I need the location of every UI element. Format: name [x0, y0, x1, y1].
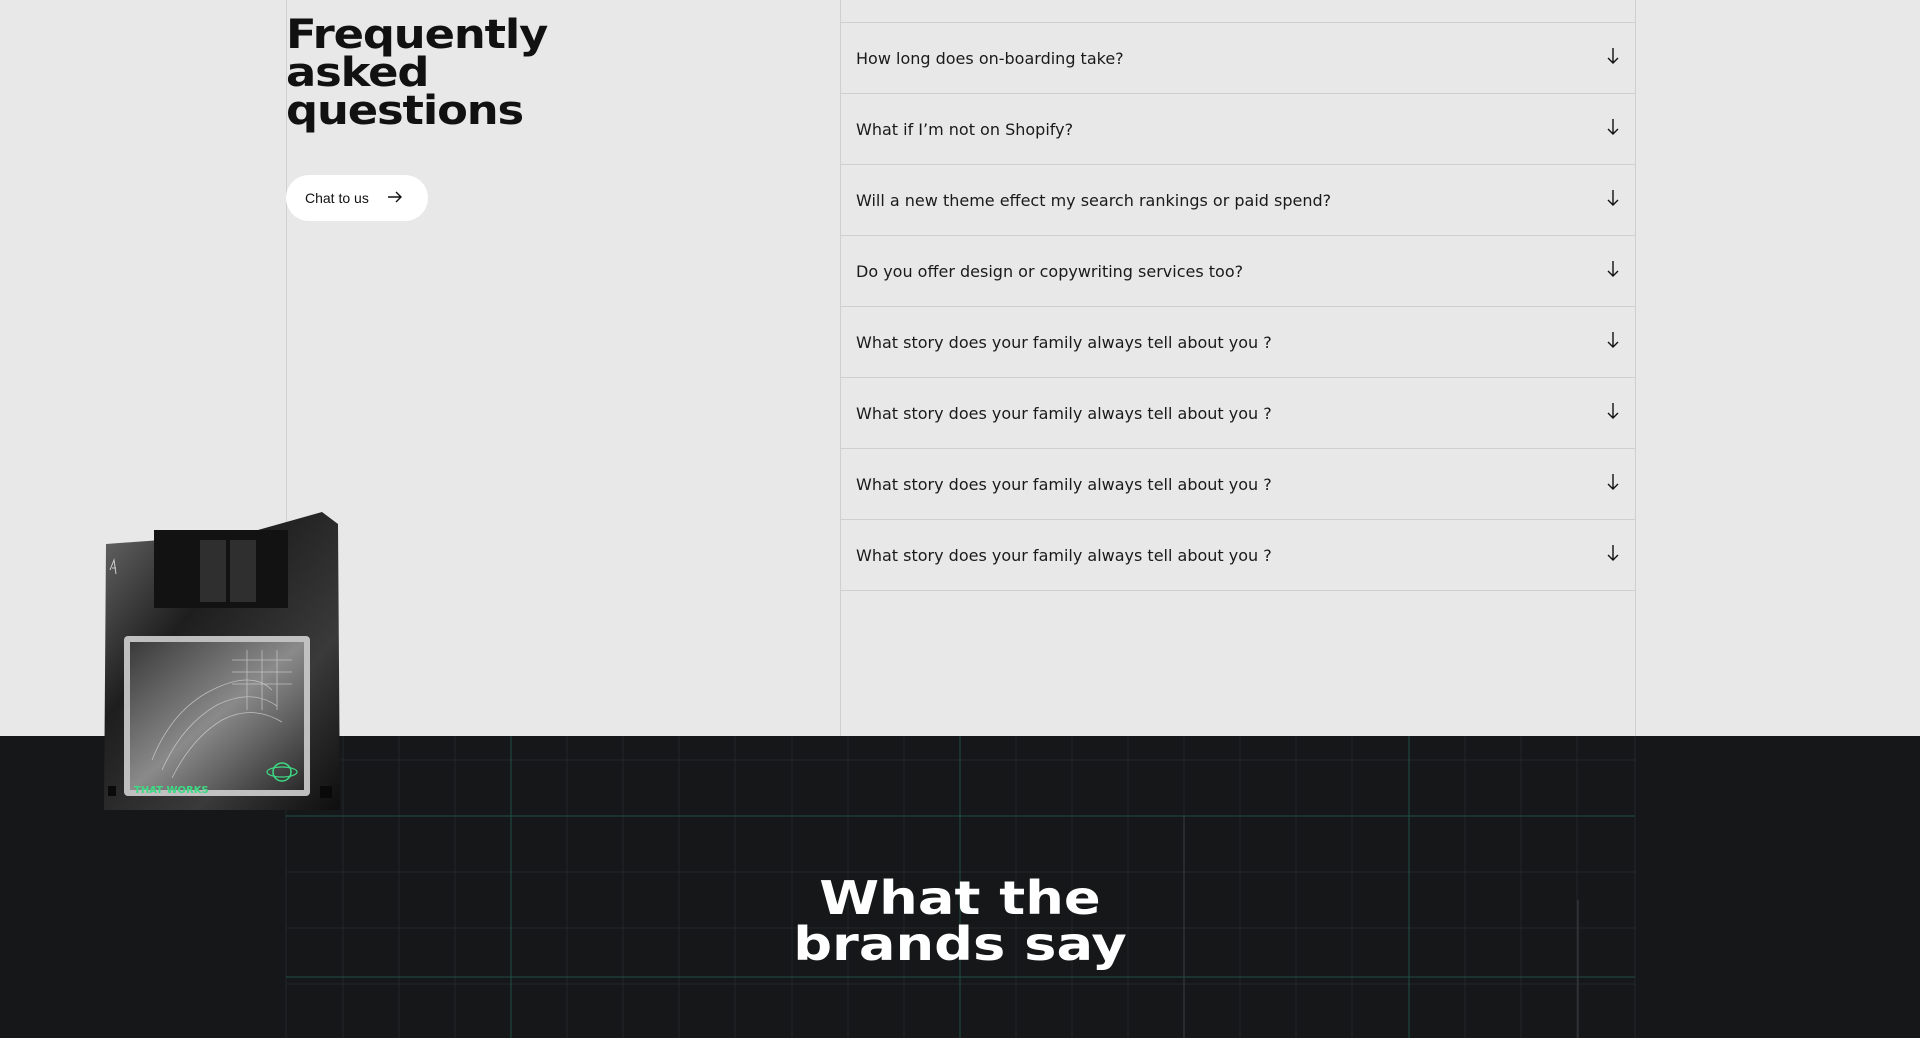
brands-heading-line1: What the — [819, 871, 1101, 925]
brands-heading: What the brands say — [0, 875, 1920, 967]
faq-item[interactable]: How long does on-boarding take? — [840, 23, 1635, 94]
faq-heading: Frequently asked questions — [286, 12, 548, 134]
faq-item[interactable]: What if I’m not on Shopify? — [840, 94, 1635, 165]
faq-question: What story does your family always tell … — [856, 332, 1272, 352]
faq-item[interactable]: Do you offer design or copywriting servi… — [840, 236, 1635, 307]
brands-heading-line2: brands say — [793, 917, 1127, 971]
faq-item[interactable]: What story does your family always tell … — [840, 378, 1635, 449]
faq-question: What if I’m not on Shopify? — [856, 119, 1074, 139]
faq-list: How long does on-boarding take? What if … — [840, 22, 1635, 591]
faq-item[interactable]: What story does your family always tell … — [840, 307, 1635, 378]
chat-button-label: Chat to us — [305, 190, 369, 206]
faq-question: What story does your family always tell … — [856, 545, 1272, 565]
faq-question: Will a new theme effect my search rankin… — [856, 190, 1332, 210]
faq-item[interactable]: What story does your family always tell … — [840, 520, 1635, 591]
faq-question: How long does on-boarding take? — [856, 48, 1124, 68]
faq-question: What story does your family always tell … — [856, 474, 1272, 494]
faq-item[interactable]: What story does your family always tell … — [840, 449, 1635, 520]
chat-to-us-button[interactable]: Chat to us — [286, 175, 428, 221]
faq-question: Do you offer design or copywriting servi… — [856, 261, 1244, 281]
arrow-down-icon — [1606, 331, 1620, 353]
arrow-right-icon — [387, 190, 403, 206]
arrow-down-icon — [1606, 118, 1620, 140]
arrow-down-icon — [1606, 260, 1620, 282]
arrow-down-icon — [1606, 473, 1620, 495]
arrow-down-icon — [1606, 402, 1620, 424]
arrow-down-icon — [1606, 189, 1620, 211]
arrow-down-icon — [1606, 47, 1620, 69]
floppy-disk-image: THAT WORKS — [102, 510, 342, 815]
svg-text:THAT WORKS: THAT WORKS — [134, 785, 209, 796]
faq-item[interactable]: Will a new theme effect my search rankin… — [840, 165, 1635, 236]
divider-line — [1635, 0, 1636, 736]
faq-question: What story does your family always tell … — [856, 403, 1272, 423]
arrow-down-icon — [1606, 544, 1620, 566]
